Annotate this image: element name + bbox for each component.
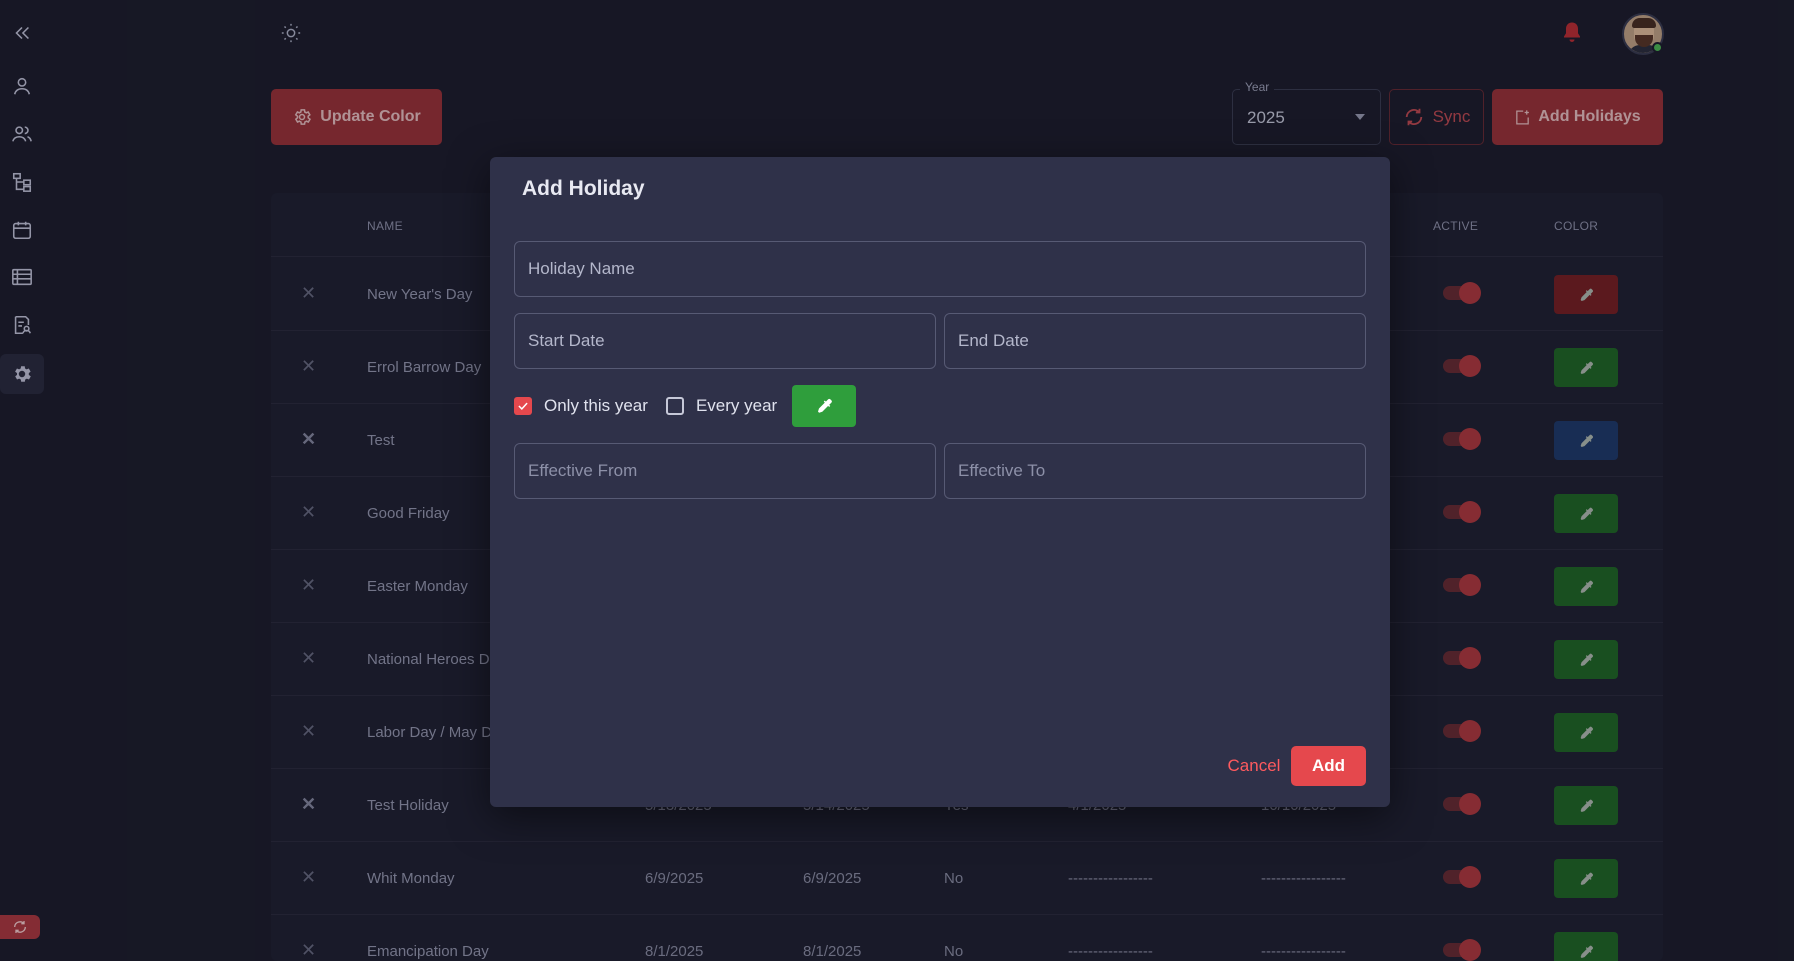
check-icon xyxy=(518,402,528,411)
cancel-button[interactable]: Cancel xyxy=(1210,746,1298,786)
effective-from-field[interactable] xyxy=(514,443,936,499)
only-this-year-checkbox[interactable] xyxy=(514,397,532,415)
only-this-year-label[interactable]: Only this year xyxy=(544,396,648,416)
dialog-title: Add Holiday xyxy=(522,177,645,200)
holiday-name-field[interactable] xyxy=(514,241,1366,297)
end-date-field[interactable] xyxy=(944,313,1366,369)
every-year-label[interactable]: Every year xyxy=(696,396,777,416)
effective-to-input[interactable] xyxy=(958,461,1352,481)
holiday-name-input[interactable] xyxy=(528,259,1352,279)
start-date-input[interactable] xyxy=(528,331,922,351)
color-picker-button[interactable] xyxy=(792,385,856,427)
eyedropper-icon xyxy=(818,398,832,413)
every-year-checkbox[interactable] xyxy=(665,397,684,415)
effective-from-input[interactable] xyxy=(528,461,922,481)
add-holiday-dialog: Add Holiday Only this year Every year Ca… xyxy=(490,157,1390,807)
start-date-field[interactable] xyxy=(514,313,936,369)
recurrence-options: Only this year Every year xyxy=(514,386,777,426)
add-button[interactable]: Add xyxy=(1291,746,1366,786)
end-date-input[interactable] xyxy=(958,331,1352,351)
effective-to-field[interactable] xyxy=(944,443,1366,499)
